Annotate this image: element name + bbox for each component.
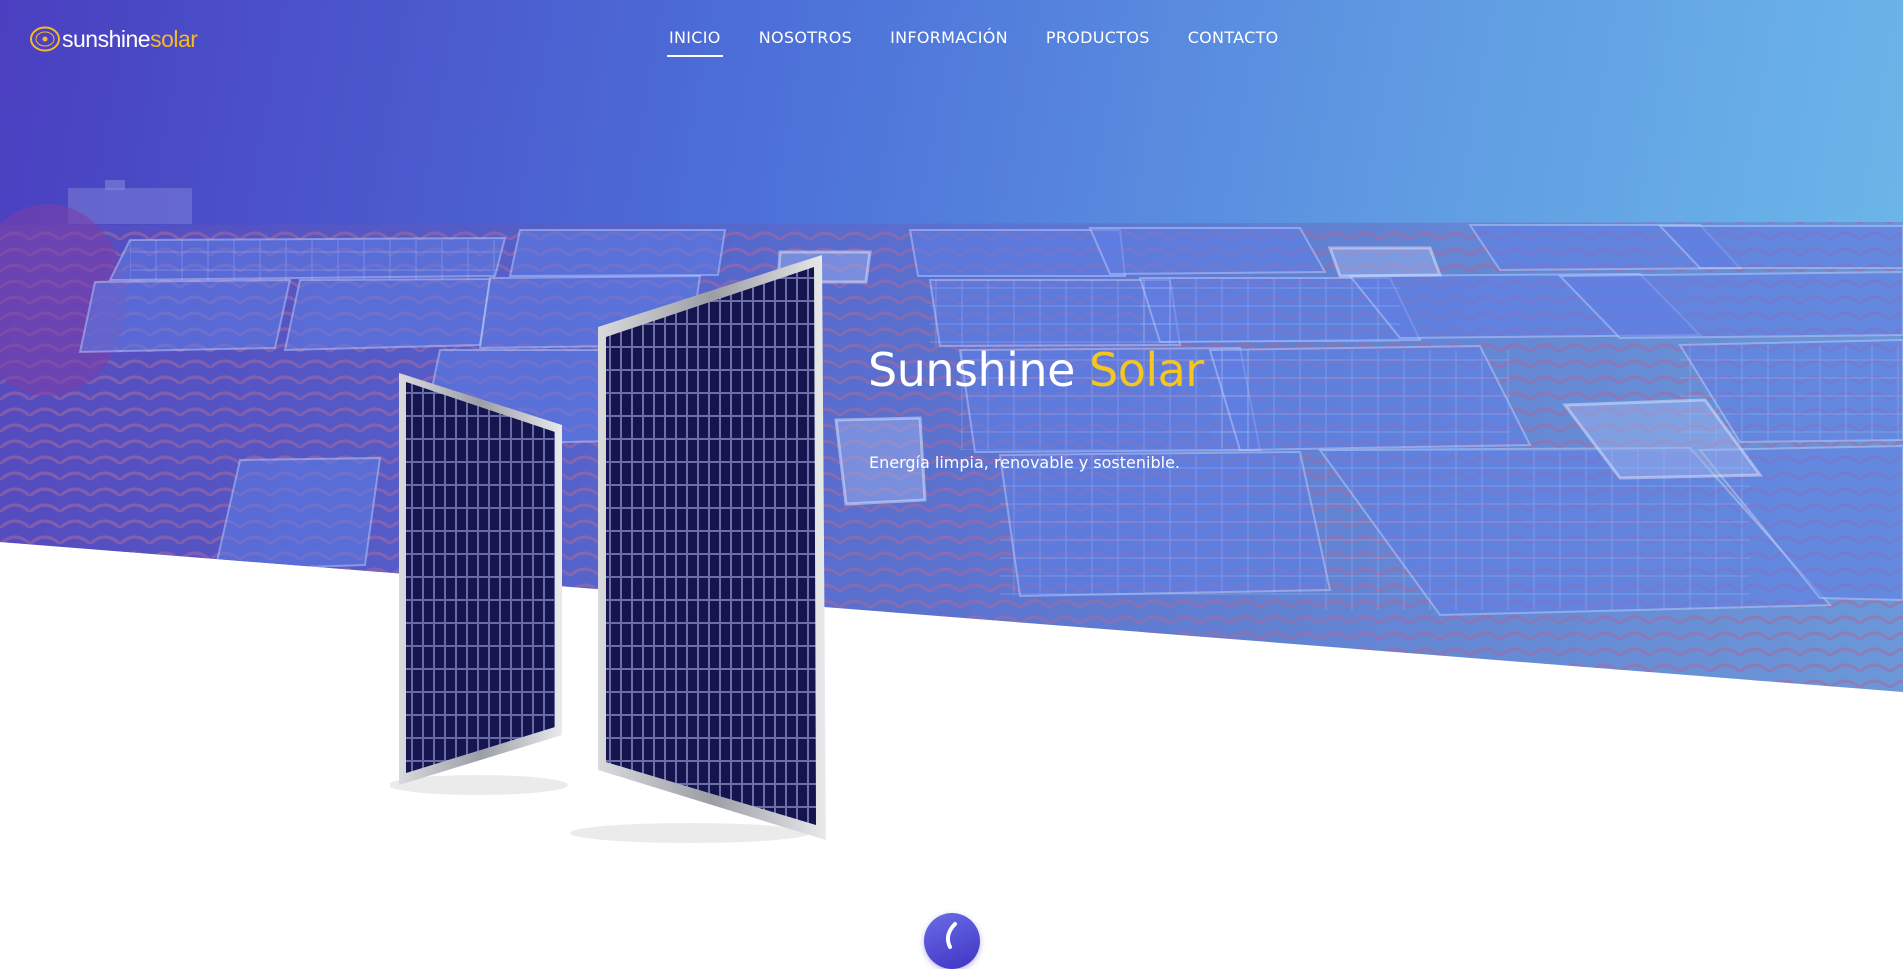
hero-title: Sunshine Solar [868, 343, 1204, 397]
scroll-down-button[interactable] [924, 913, 980, 969]
hero-subtitle: Energía limpia, renovable y sostenible. [869, 453, 1180, 472]
hero-title-part2: Solar [1089, 343, 1204, 397]
nav-item-productos[interactable]: PRODUCTOS [1046, 28, 1150, 57]
logo-wordmark: sunshinesolar [62, 26, 198, 52]
site-logo[interactable]: sunshinesolar [30, 26, 198, 52]
sunshine-solar-badge-icon [30, 26, 60, 52]
logo-wordmark-part1: sunshine [62, 26, 151, 52]
nav-item-nosotros[interactable]: NOSOTROS [759, 28, 852, 57]
nav-item-inicio[interactable]: INICIO [667, 28, 723, 57]
scroll-down-icon [945, 922, 957, 949]
nav-item-informacion[interactable]: INFORMACIÓN [890, 28, 1008, 57]
solar-panels-product-image [390, 255, 826, 843]
solar-panel-small [399, 373, 562, 785]
hero-title-part1: Sunshine [868, 343, 1075, 397]
main-nav: INICIO NOSOTROS INFORMACIÓN PRODUCTOS CO… [650, 28, 1298, 57]
nav-item-contacto[interactable]: CONTACTO [1188, 28, 1279, 57]
solar-panel-large [598, 255, 826, 840]
logo-wordmark-part2: solar [150, 26, 198, 52]
